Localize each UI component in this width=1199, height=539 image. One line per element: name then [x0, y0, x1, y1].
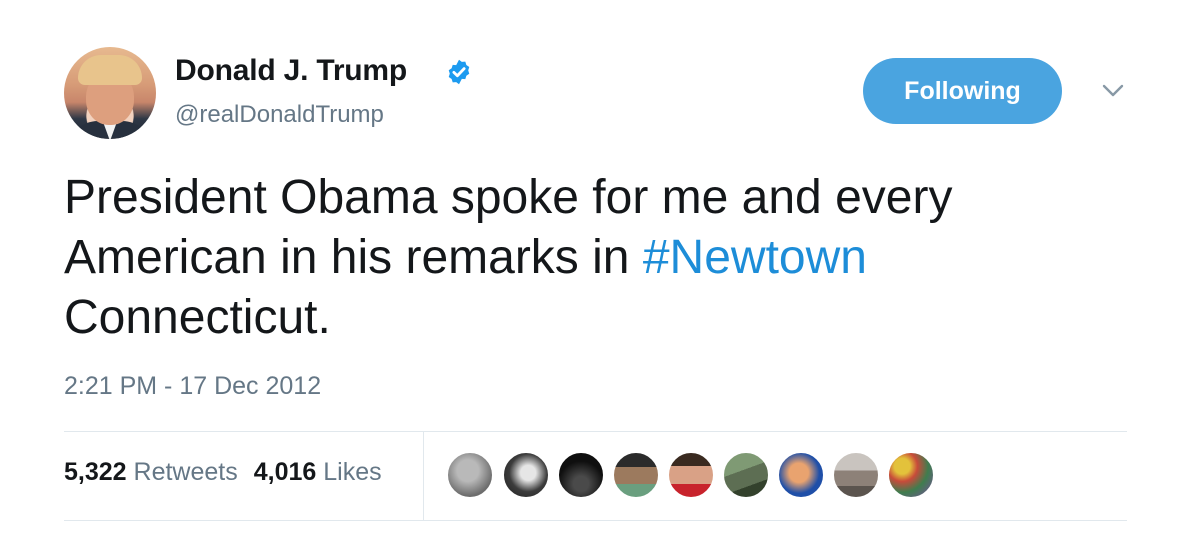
following-button[interactable]: Following [863, 58, 1062, 124]
avatar-hair [78, 55, 142, 85]
likes-label: Likes [323, 458, 382, 486]
stats-divider-bottom [64, 520, 1127, 521]
retweets-stat[interactable]: 5,322 Retweets [64, 458, 238, 486]
verified-badge-icon [448, 59, 470, 85]
liker-avatar[interactable] [557, 451, 605, 499]
tweet-text: President Obama spoke for me and every A… [64, 168, 1144, 348]
user-handle[interactable]: @realDonaldTrump [175, 101, 384, 129]
retweets-label: Retweets [133, 458, 238, 486]
stats-separator [423, 432, 424, 520]
engagement-stats: 5,322 Retweets 4,016 Likes [64, 458, 382, 487]
liker-avatar[interactable] [502, 451, 550, 499]
liker-avatar[interactable] [612, 451, 660, 499]
liker-avatar[interactable] [777, 451, 825, 499]
tweet-card: Donald J. Trump @realDonaldTrump Followi… [0, 0, 1199, 539]
retweets-count: 5,322 [64, 458, 127, 486]
liker-avatar[interactable] [887, 451, 935, 499]
user-avatar[interactable] [64, 47, 156, 139]
liker-avatar[interactable] [446, 451, 494, 499]
liker-avatar[interactable] [667, 451, 715, 499]
hashtag-link[interactable]: #Newtown [643, 231, 867, 284]
tweet-timestamp[interactable]: 2:21 PM - 17 Dec 2012 [64, 372, 321, 401]
likes-count: 4,016 [253, 458, 317, 486]
stats-divider-top [64, 431, 1127, 432]
tweet-text-end: Connecticut. [64, 291, 331, 344]
liker-avatar[interactable] [722, 451, 770, 499]
liker-avatar[interactable] [832, 451, 880, 499]
display-name[interactable]: Donald J. Trump [175, 54, 407, 88]
chevron-down-icon[interactable] [1099, 82, 1127, 100]
likes-stat[interactable]: 4,016 Likes [254, 458, 382, 486]
